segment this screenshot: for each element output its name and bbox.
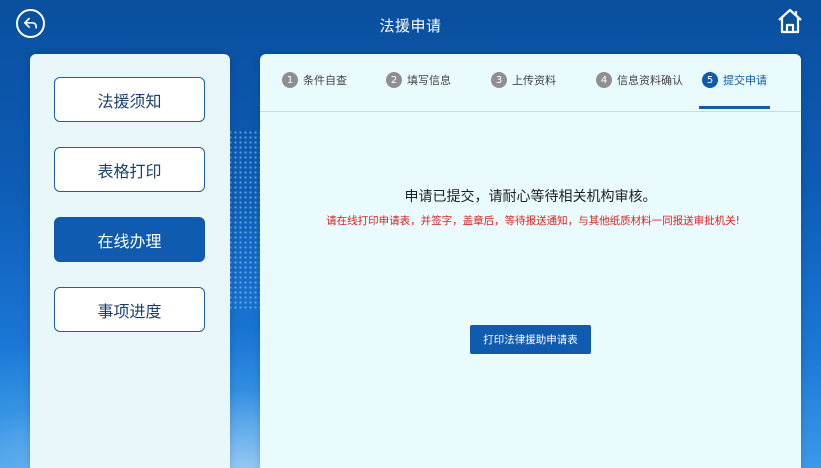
- back-arrow-icon: [23, 17, 38, 29]
- step-3[interactable]: 3 上传资料: [491, 72, 556, 88]
- home-icon: [778, 8, 802, 34]
- print-notice: 请在线打印申请表，并签字，盖章后，等待报送通知，与其他纸质材料一同报送审批机关!: [326, 215, 740, 227]
- step-label: 上传资料: [512, 74, 556, 87]
- step-label: 提交申请: [723, 74, 767, 87]
- step-number: 4: [596, 72, 612, 88]
- step-number: 5: [702, 72, 718, 88]
- submission-message: 申请已提交，请耐心等待相关机构审核。: [404, 189, 657, 205]
- sidebar-item-online-handling[interactable]: 在线办理: [54, 217, 205, 262]
- sidebar-item-progress[interactable]: 事项进度: [54, 287, 205, 332]
- sidebar-item-legal-aid-notice[interactable]: 法援须知: [54, 77, 205, 122]
- main-panel: 1 条件自查 2 填写信息 3 上传资料 4 信息资料确认 5 提交申请 申请已…: [260, 54, 801, 468]
- print-application-button[interactable]: 打印法律援助申请表: [470, 325, 591, 354]
- step-5[interactable]: 5 提交申请: [702, 72, 767, 88]
- sidebar: 法援须知 表格打印 在线办理 事项进度: [30, 54, 230, 468]
- step-2[interactable]: 2 填写信息: [386, 72, 451, 88]
- page-title: 法援申请: [379, 16, 442, 35]
- home-button[interactable]: [775, 6, 805, 36]
- step-number: 1: [282, 72, 298, 88]
- step-label: 信息资料确认: [617, 74, 683, 87]
- back-button[interactable]: [16, 9, 45, 38]
- active-step-underline: [699, 106, 770, 109]
- step-number: 2: [386, 72, 402, 88]
- top-bar: 法援申请: [0, 0, 821, 50]
- background-dot-pattern: [228, 130, 262, 310]
- step-1[interactable]: 1 条件自查: [282, 72, 347, 88]
- sidebar-item-form-print[interactable]: 表格打印: [54, 147, 205, 192]
- step-label: 条件自查: [303, 74, 347, 87]
- step-4[interactable]: 4 信息资料确认: [596, 72, 683, 88]
- step-bar: 1 条件自查 2 填写信息 3 上传资料 4 信息资料确认 5 提交申请: [260, 54, 801, 112]
- step-label: 填写信息: [407, 74, 451, 87]
- step-number: 3: [491, 72, 507, 88]
